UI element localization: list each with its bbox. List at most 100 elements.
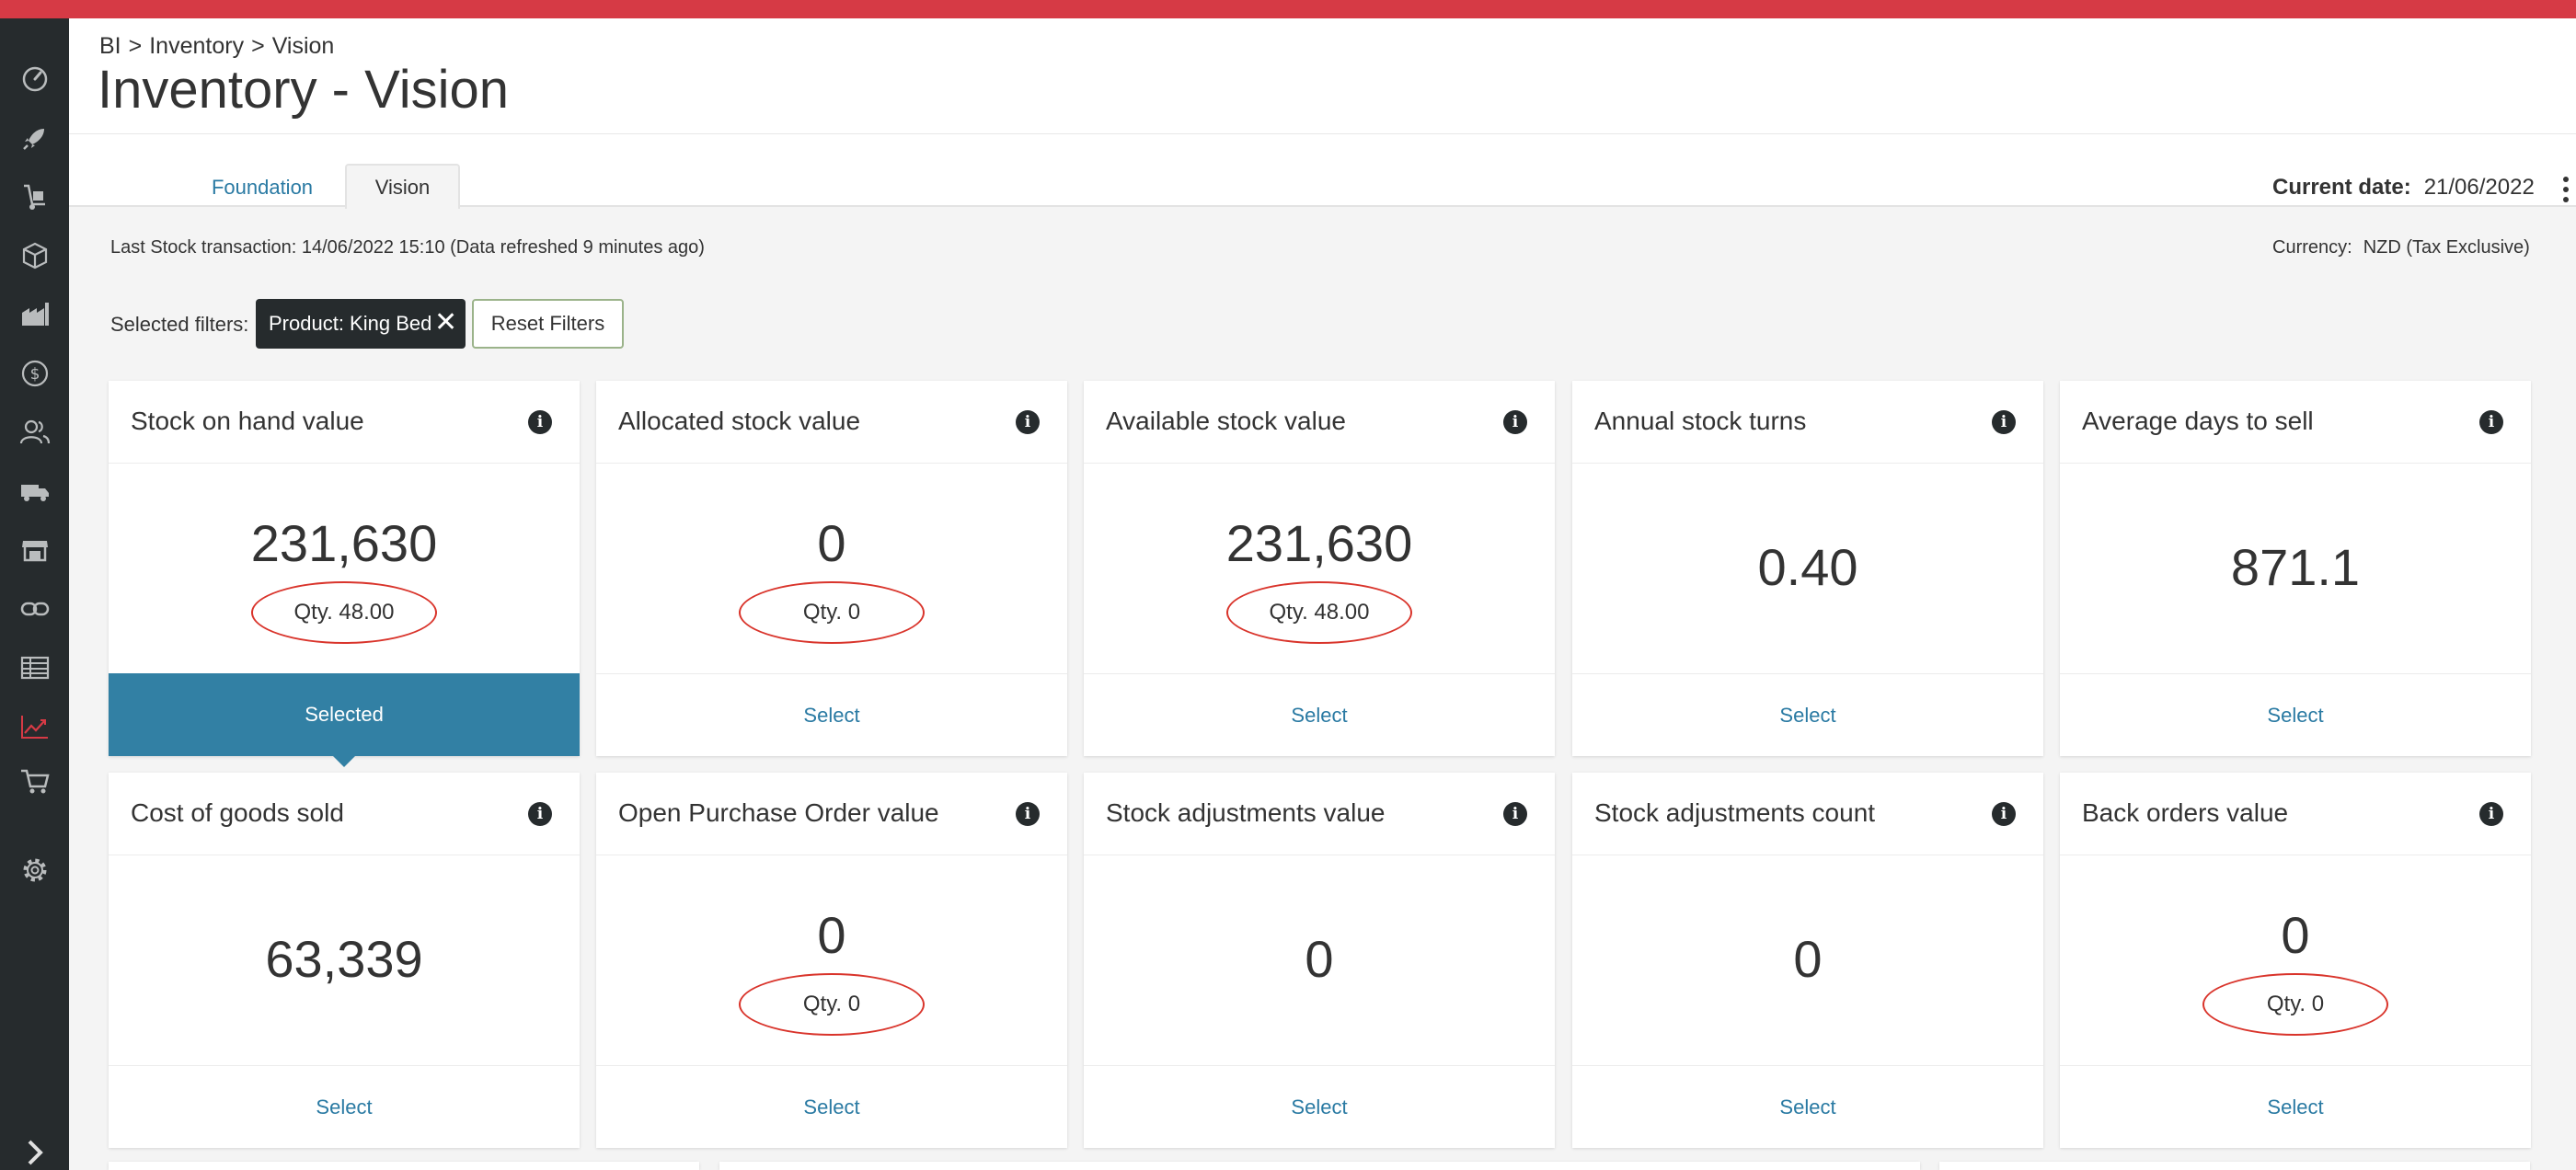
- card-title: Stock adjustments count: [1594, 798, 1876, 827]
- info-icon[interactable]: i: [528, 410, 552, 434]
- gear-icon[interactable]: [14, 849, 55, 890]
- current-date-label: Current date:: [2272, 175, 2411, 200]
- tab-vision[interactable]: Vision: [345, 164, 460, 209]
- kpi-card-available-stock-value[interactable]: Available stock value i 231,630 Qty. 48.…: [1084, 381, 1555, 756]
- more-options-icon[interactable]: [2553, 173, 2576, 206]
- store-icon[interactable]: [14, 529, 55, 570]
- breadcrumb-item: Vision: [271, 33, 335, 59]
- card-header: Allocated stock value i: [596, 381, 1067, 464]
- card-title: Annual stock turns: [1594, 407, 1807, 435]
- truck-icon[interactable]: [14, 470, 55, 511]
- card-header: Annual stock turns i: [1572, 381, 2043, 464]
- close-icon[interactable]: ✕: [434, 309, 457, 337]
- current-date-value: 21/06/2022: [2423, 175, 2535, 200]
- kpi-card-average-days-to-sell[interactable]: Average days to sell i 871.1 Select: [2060, 381, 2531, 756]
- breadcrumb-separator: >: [251, 33, 265, 59]
- card-title: Available stock value: [1106, 407, 1346, 435]
- card-title: Stock on hand value: [131, 407, 364, 435]
- filter-chip[interactable]: Product: King Bed ✕: [256, 299, 466, 349]
- card-header: Average days to sell i: [2060, 381, 2531, 464]
- currency-info: Currency: NZD (Tax Exclusive): [2272, 237, 2530, 258]
- hand-truck-icon[interactable]: [14, 176, 55, 217]
- cart-icon[interactable]: [14, 761, 55, 802]
- breadcrumb: BI > Inventory > Vision: [99, 33, 334, 60]
- card-title: Stock adjustments value: [1106, 798, 1386, 827]
- kpi-card-allocated-stock-value[interactable]: Allocated stock value i 0 Qty. 0 Select: [596, 381, 1067, 756]
- breadcrumb-item[interactable]: Inventory: [149, 33, 244, 59]
- page-header: BI > Inventory > Vision Inventory - Vision F…: [69, 18, 2576, 209]
- kpi-card-stock-adjustments-value[interactable]: Stock adjustments value i 0 Select: [1084, 773, 1555, 1148]
- breadcrumb-item[interactable]: BI: [99, 33, 121, 59]
- card-header: Open Purchase Order value i: [596, 773, 1067, 855]
- card-header: Cost of goods sold i: [109, 773, 580, 855]
- info-icon[interactable]: i: [2479, 410, 2503, 434]
- table-icon[interactable]: [14, 647, 55, 688]
- sidebar: $: [0, 18, 69, 1170]
- info-icon[interactable]: i: [1503, 410, 1527, 434]
- card-title: Allocated stock value: [618, 407, 861, 435]
- card-value: 231,630: [250, 514, 438, 572]
- next-panel-edge: [109, 1162, 699, 1170]
- select-button[interactable]: Select: [109, 1065, 580, 1148]
- users-icon[interactable]: [14, 411, 55, 453]
- card-header: Back orders value i: [2060, 773, 2531, 855]
- kpi-card-open-purchase-order-value[interactable]: Open Purchase Order value i 0 Qty. 0 Sel…: [596, 773, 1067, 1148]
- select-button[interactable]: Select: [2060, 1065, 2531, 1148]
- kpi-card-stock-adjustments-count[interactable]: Stock adjustments count i 0 Select: [1572, 773, 2043, 1148]
- box-icon[interactable]: [14, 235, 55, 276]
- card-qty: Qty. 48.00: [1226, 581, 1412, 644]
- tab-foundation[interactable]: Foundation: [189, 166, 336, 209]
- card-title: Open Purchase Order value: [618, 798, 939, 827]
- card-title: Average days to sell: [2082, 407, 2314, 435]
- info-icon[interactable]: i: [528, 802, 552, 826]
- info-icon[interactable]: i: [1016, 410, 1040, 434]
- select-button[interactable]: Select: [1084, 1065, 1555, 1148]
- currency-label: Currency:: [2272, 237, 2352, 258]
- top-accent-bar: [0, 0, 2576, 18]
- info-icon[interactable]: i: [1016, 802, 1040, 826]
- current-date: Current date: 21/06/2022: [2272, 175, 2535, 201]
- card-header: Stock on hand value i: [109, 381, 580, 464]
- card-value: 0: [817, 906, 846, 964]
- rocket-icon[interactable]: [14, 117, 55, 158]
- select-button[interactable]: Select: [596, 1065, 1067, 1148]
- info-icon[interactable]: i: [1503, 802, 1527, 826]
- kpi-card-back-orders-value[interactable]: Back orders value i 0 Qty. 0 Select: [2060, 773, 2531, 1148]
- reset-filters-button[interactable]: Reset Filters: [472, 299, 624, 349]
- expand-icon[interactable]: [14, 1131, 55, 1170]
- svg-text:$: $: [29, 365, 40, 384]
- chart-icon[interactable]: [14, 705, 55, 747]
- info-icon[interactable]: i: [1992, 802, 2016, 826]
- info-icon[interactable]: i: [2479, 802, 2503, 826]
- select-button[interactable]: Select: [1572, 673, 2043, 756]
- card-value: 231,630: [1225, 514, 1413, 572]
- selected-indicator[interactable]: Selected: [109, 673, 580, 767]
- info-icon[interactable]: i: [1992, 410, 2016, 434]
- dashboard-icon[interactable]: [14, 58, 55, 99]
- card-qty: Qty. 0: [2202, 973, 2388, 1036]
- breadcrumb-separator: >: [128, 33, 143, 59]
- select-button[interactable]: Select: [1084, 673, 1555, 756]
- card-header: Stock adjustments count i: [1572, 773, 2043, 855]
- card-value: 63,339: [265, 930, 423, 988]
- currency-value: NZD (Tax Exclusive): [2363, 237, 2530, 258]
- select-button[interactable]: Select: [596, 673, 1067, 756]
- filter-chip-label: Product: King Bed: [269, 312, 432, 335]
- kpi-card-stock-on-hand-value[interactable]: Stock on hand value i 231,630 Qty. 48.00…: [109, 381, 580, 767]
- card-value: 0: [1305, 930, 1334, 988]
- select-button[interactable]: Select: [1572, 1065, 2043, 1148]
- next-panel-edge: [1939, 1162, 2530, 1170]
- kpi-card-annual-stock-turns[interactable]: Annual stock turns i 0.40 Select: [1572, 381, 2043, 756]
- card-value: 0.40: [1757, 538, 1858, 596]
- card-title: Cost of goods sold: [131, 798, 344, 827]
- card-value: 0: [1793, 930, 1823, 988]
- page-title: Inventory - Vision: [98, 60, 510, 120]
- factory-icon[interactable]: [14, 293, 55, 335]
- last-stock-transaction: Last Stock transaction: 14/06/2022 15:10…: [110, 237, 705, 258]
- dollar-icon[interactable]: $: [14, 352, 55, 394]
- select-button[interactable]: Select: [2060, 673, 2531, 756]
- link-icon[interactable]: [14, 588, 55, 629]
- header-divider: [69, 133, 2576, 134]
- card-value: 0: [2281, 906, 2310, 964]
- kpi-card-cost-of-goods-sold[interactable]: Cost of goods sold i 63,339 Select: [109, 773, 580, 1148]
